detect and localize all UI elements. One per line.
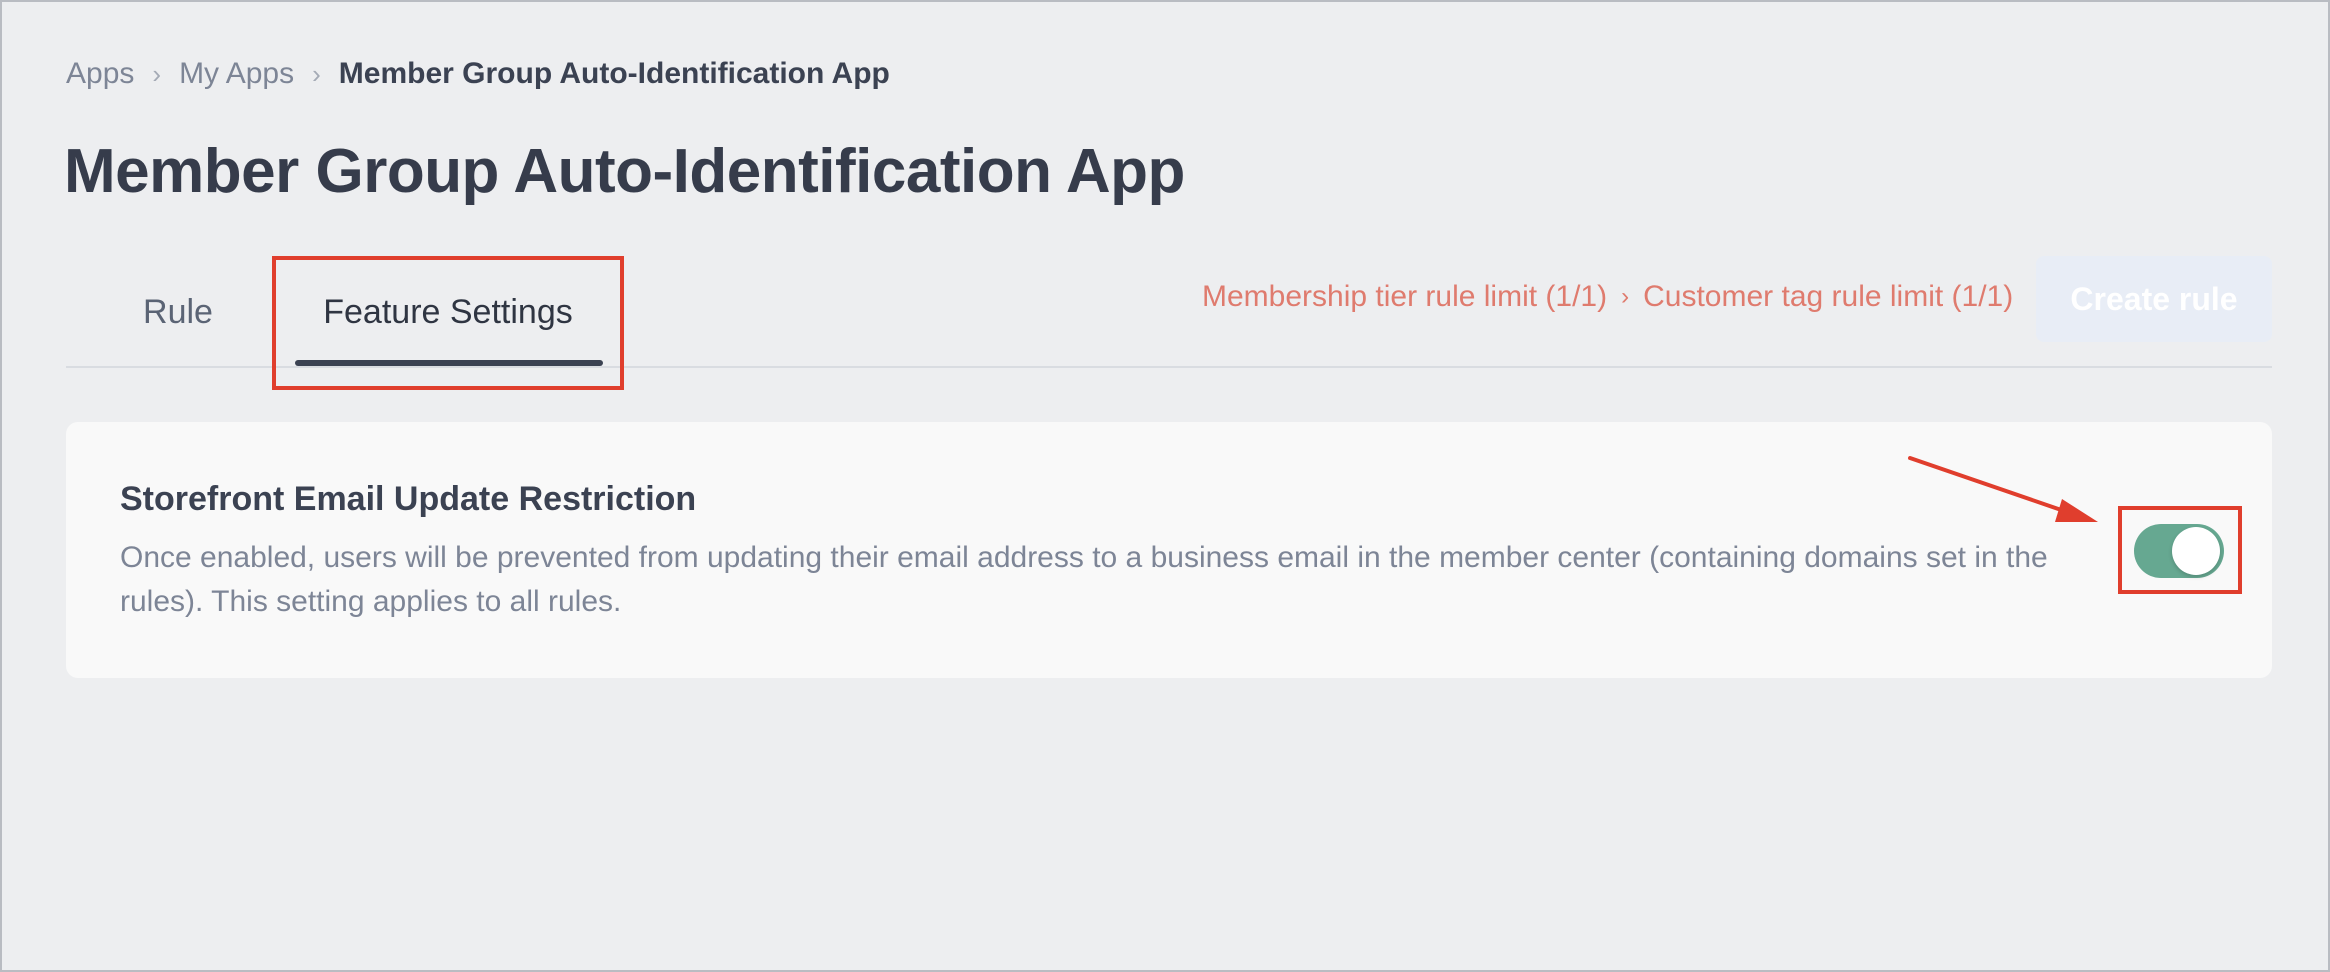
setting-card-email-restriction: Storefront Email Update Restriction Once… (66, 422, 2272, 678)
customer-tag-limit: Customer tag rule limit (1/1) (1643, 280, 2014, 313)
active-tab-indicator (295, 360, 603, 366)
email-restriction-toggle[interactable] (2134, 524, 2224, 578)
setting-title: Storefront Email Update Restriction (120, 480, 697, 518)
create-rule-button[interactable]: Create rule (2036, 256, 2272, 342)
rule-limits: Membership tier rule limit (1/1) › Custo… (1202, 276, 2013, 318)
breadcrumb-apps-link[interactable]: Apps (66, 57, 134, 91)
breadcrumb: Apps › My Apps › Member Group Auto-Ident… (66, 54, 890, 94)
chevron-right-icon: › (1621, 283, 1630, 310)
tab-rule[interactable]: Rule (122, 258, 234, 366)
breadcrumb-my-apps-link[interactable]: My Apps (179, 57, 294, 91)
chevron-right-icon: › (312, 58, 321, 89)
toggle-knob (2172, 527, 2220, 575)
page-title: Member Group Auto-Identification App (64, 137, 1185, 206)
chevron-right-icon: › (152, 58, 162, 89)
app-page: Apps › My Apps › Member Group Auto-Ident… (0, 0, 2330, 972)
setting-description: Once enabled, users will be prevented fr… (120, 541, 2048, 618)
membership-tier-limit: Membership tier rule limit (1/1) (1202, 280, 1608, 313)
breadcrumb-current: Member Group Auto-Identification App (338, 57, 890, 90)
tab-feature-settings[interactable]: Feature Settings (296, 258, 600, 366)
